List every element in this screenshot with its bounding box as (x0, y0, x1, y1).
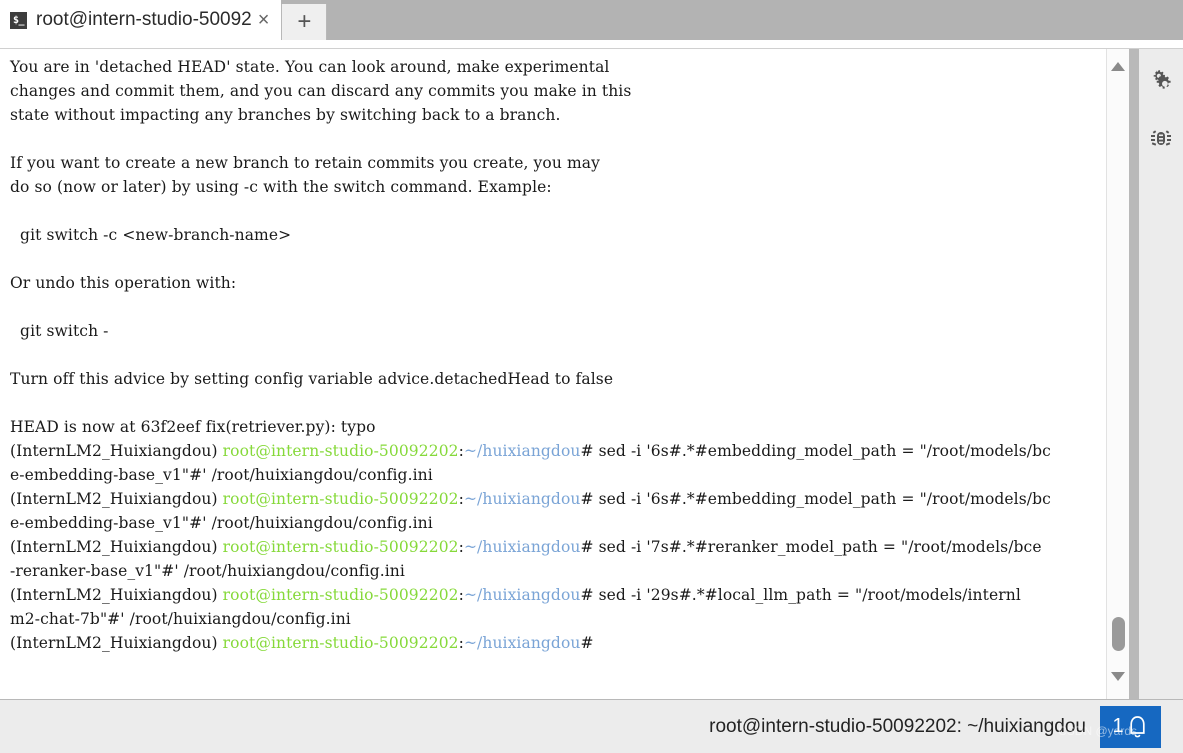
terminal-window: $_ root@intern-studio-50092 × + You are … (0, 0, 1183, 753)
terminal-line: (InternLM2_Huixiangdou) root@intern-stud… (10, 631, 1106, 655)
terminal-text-green: root@intern-studio-50092202 (222, 586, 459, 604)
terminal-line: You are in 'detached HEAD' state. You ca… (10, 55, 1106, 79)
terminal-line: do so (now or later) by using -c with th… (10, 175, 1106, 199)
terminal-text-plain: e-embedding-base_v1"#' /root/huixiangdou… (10, 514, 433, 532)
terminal-line: If you want to create a new branch to re… (10, 151, 1106, 175)
terminal-text-plain: do so (now or later) by using -c with th… (10, 178, 552, 196)
notification-badge[interactable]: 1 CSDN @yards (1058, 705, 1161, 748)
terminal-text-cyan: ~/huixiangdou (463, 634, 581, 652)
tab-bar-separator (0, 40, 1183, 49)
terminal-line: git switch -c <new-branch-name> (10, 223, 1106, 247)
tab-title: root@intern-studio-50092 (36, 9, 252, 30)
terminal-line: Or undo this operation with: (10, 271, 1106, 295)
notification-count: 1 (1112, 715, 1124, 737)
terminal-text-plain: git switch - (10, 322, 109, 340)
terminal-text-plain: Turn off this advice by setting config v… (10, 370, 614, 388)
settings-gears-icon[interactable] (1143, 59, 1179, 103)
terminal-prompt-icon: $_ (10, 11, 27, 29)
terminal-text-plain: git switch -c <new-branch-name> (10, 226, 292, 244)
terminal-scrollbar[interactable] (1106, 49, 1129, 699)
terminal-text-plain: -reranker-base_v1"#' /root/huixiangdou/c… (10, 562, 405, 580)
tab-bar-filler (327, 0, 1183, 40)
terminal-line: e-embedding-base_v1"#' /root/huixiangdou… (10, 511, 1106, 535)
terminal-text-plain: (InternLM2_Huixiangdou) (10, 490, 223, 508)
terminal-text-plain: (InternLM2_Huixiangdou) (10, 442, 223, 460)
terminal-text-cyan: ~/huixiangdou (463, 538, 581, 556)
terminal-text-plain: HEAD is now at 63f2eef fix(retriever.py)… (10, 418, 376, 436)
terminal-text-plain: (InternLM2_Huixiangdou) (10, 634, 223, 652)
terminal-line: e-embedding-base_v1"#' /root/huixiangdou… (10, 463, 1106, 487)
terminal-text-cyan: ~/huixiangdou (463, 586, 581, 604)
terminal-line: -reranker-base_v1"#' /root/huixiangdou/c… (10, 559, 1106, 583)
terminal-text-plain: # sed -i '6s#.*#embedding_model_path = "… (580, 442, 1051, 460)
right-icon-rail (1139, 49, 1183, 699)
terminal-text-plain: e-embedding-base_v1"#' /root/huixiangdou… (10, 466, 433, 484)
terminal-text-plain: (InternLM2_Huixiangdou) (10, 586, 223, 604)
terminal-text-plain: m2-chat-7b"#' /root/huixiangdou/config.i… (10, 610, 351, 628)
terminal-text-plain: changes and commit them, and you can dis… (10, 82, 632, 100)
close-icon[interactable]: × (252, 10, 274, 30)
terminal-text-plain: state without impacting any branches by … (10, 106, 561, 124)
terminal-line: (InternLM2_Huixiangdou) root@intern-stud… (10, 583, 1106, 607)
terminal-line: m2-chat-7b"#' /root/huixiangdou/config.i… (10, 607, 1106, 631)
tab-bar: $_ root@intern-studio-50092 × + (0, 0, 1183, 40)
terminal-line: (InternLM2_Huixiangdou) root@intern-stud… (10, 535, 1106, 559)
terminal-line: changes and commit them, and you can dis… (10, 79, 1106, 103)
terminal-line: (InternLM2_Huixiangdou) root@intern-stud… (10, 439, 1106, 463)
terminal-text-plain: # (580, 634, 594, 652)
terminal-text-plain: You are in 'detached HEAD' state. You ca… (10, 58, 610, 76)
window-body: You are in 'detached HEAD' state. You ca… (0, 49, 1183, 699)
scroll-up-arrow-icon[interactable] (1110, 59, 1126, 75)
terminal-text-green: root@intern-studio-50092202 (222, 490, 459, 508)
terminal-text-green: root@intern-studio-50092202 (222, 634, 459, 652)
terminal-text-green: root@intern-studio-50092202 (222, 442, 459, 460)
status-bar: root@intern-studio-50092202: ~/huixiangd… (0, 699, 1183, 753)
terminal-text-plain: # sed -i '7s#.*#reranker_model_path = "/… (580, 538, 1042, 556)
terminal-text-plain: If you want to create a new branch to re… (10, 154, 600, 172)
terminal-text-cyan: ~/huixiangdou (463, 490, 581, 508)
terminal-text-green: root@intern-studio-50092202 (222, 538, 459, 556)
rail-separator (1129, 49, 1139, 699)
terminal-text-plain: (InternLM2_Huixiangdou) (10, 538, 223, 556)
terminal-text-plain: # sed -i '29s#.*#local_llm_path = "/root… (580, 586, 1021, 604)
tab-terminal-active[interactable]: $_ root@intern-studio-50092 × (0, 0, 282, 40)
bell-icon (1129, 716, 1145, 738)
terminal-output[interactable]: You are in 'detached HEAD' state. You ca… (0, 49, 1106, 699)
bug-icon[interactable] (1143, 117, 1179, 161)
status-bar-title: root@intern-studio-50092202: ~/huixiangd… (709, 715, 1086, 737)
new-tab-button[interactable]: + (281, 4, 328, 40)
scrollbar-thumb[interactable] (1112, 617, 1125, 651)
terminal-line: state without impacting any branches by … (10, 103, 1106, 127)
terminal-text-cyan: ~/huixiangdou (463, 442, 581, 460)
scroll-down-arrow-icon[interactable] (1110, 669, 1126, 685)
terminal-line: Turn off this advice by setting config v… (10, 367, 1106, 391)
terminal-line: HEAD is now at 63f2eef fix(retriever.py)… (10, 415, 1106, 439)
terminal-line: (InternLM2_Huixiangdou) root@intern-stud… (10, 487, 1106, 511)
terminal-text-plain: # sed -i '6s#.*#embedding_model_path = "… (580, 490, 1051, 508)
terminal-text-plain: Or undo this operation with: (10, 274, 237, 292)
terminal-line: git switch - (10, 319, 1106, 343)
